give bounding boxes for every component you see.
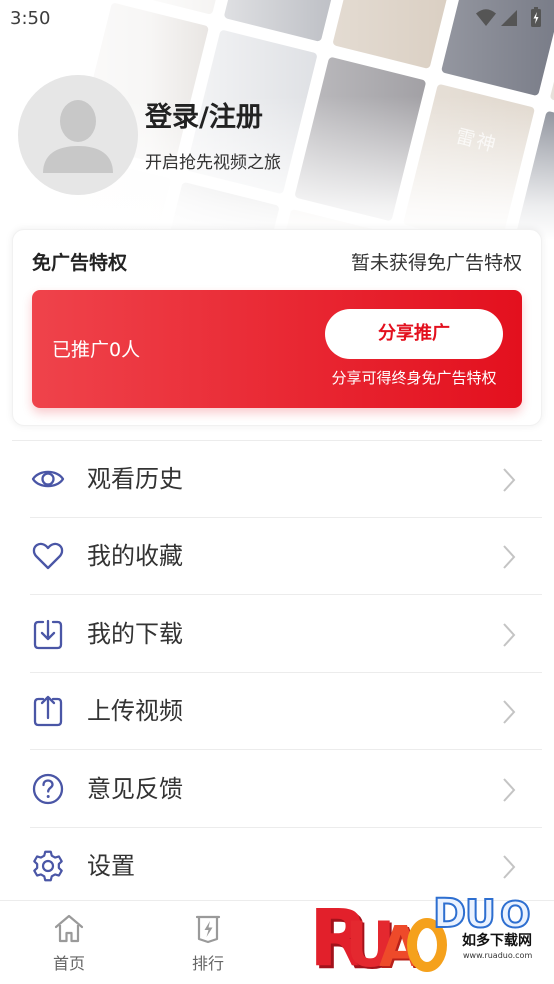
chevron-right-icon — [503, 623, 516, 647]
battery-icon — [531, 7, 541, 27]
home-icon — [54, 914, 84, 943]
menu-item-label: 意见反馈 — [87, 774, 183, 803]
menu-item-label: 设置 — [87, 852, 135, 881]
promotion-banner: 已推广0人 分享推广 分享可得终身免广告特权 — [32, 290, 522, 408]
watermark-site-name: 如多下载网 — [462, 932, 532, 949]
chevron-right-icon — [503, 855, 516, 879]
chevron-right-icon — [503, 778, 516, 802]
menu-item-watch-history[interactable]: 观看历史 — [0, 440, 554, 518]
chevron-right-icon — [503, 700, 516, 724]
ad-free-status: 暂未获得免广告特权 — [350, 252, 522, 274]
download-icon — [33, 619, 63, 649]
menu-item-favorites[interactable]: 我的收藏 — [0, 518, 554, 595]
status-icons — [476, 7, 541, 27]
menu-item-upload-video[interactable]: 上传视频 — [0, 673, 554, 750]
nav-label: 排行 — [191, 954, 224, 973]
menu-item-label: 我的收藏 — [87, 542, 183, 571]
menu-item-feedback[interactable]: 意见反馈 — [0, 750, 554, 828]
logo-letter: U — [465, 892, 496, 936]
menu-item-label: 观看历史 — [87, 464, 183, 493]
eye-icon — [31, 470, 65, 488]
menu-item-downloads[interactable]: 我的下载 — [0, 595, 554, 673]
promoted-count: 已推广0人 — [52, 339, 141, 361]
share-promote-button[interactable]: 分享推广 — [325, 309, 503, 359]
card-title: 免广告特权 — [32, 252, 128, 274]
upload-icon — [33, 696, 63, 727]
logo-letter: D — [433, 891, 466, 937]
rank-icon — [195, 915, 221, 944]
menu-item-label: 上传视频 — [87, 697, 183, 726]
heart-icon — [32, 543, 64, 570]
share-hint: 分享可得终身免广告特权 — [331, 369, 497, 387]
ad-free-card: 免广告特权 暂未获得免广告特权 已推广0人 分享推广 分享可得终身免广告特权 — [12, 229, 542, 426]
question-icon — [32, 773, 64, 804]
chevron-right-icon — [503, 545, 516, 569]
avatar[interactable] — [18, 75, 138, 195]
nav-item-ranking[interactable]: 排行 — [168, 901, 248, 984]
chevron-right-icon — [503, 468, 516, 492]
status-time: 3:50 — [10, 8, 51, 29]
login-register-link[interactable]: 登录/注册 — [145, 100, 263, 136]
wifi-icon — [476, 9, 496, 26]
menu-item-label: 我的下载 — [87, 619, 183, 648]
logo-letter: O — [500, 895, 531, 936]
nav-item-home[interactable]: 首页 — [29, 901, 109, 984]
menu-list: 观看历史 我的收藏 我的下载 上传视频 意见反馈 设置 — [0, 440, 554, 905]
signal-icon — [501, 10, 517, 26]
gear-icon — [33, 850, 63, 882]
profile-subtitle: 开启抢先视频之旅 — [145, 153, 281, 173]
nav-label: 首页 — [52, 954, 85, 973]
user-silhouette-icon — [43, 100, 113, 173]
watermark-logo: R R U U A A D U O 如多下载网 www.ruaduo.com — [309, 890, 532, 977]
watermark-url: www.ruaduo.com — [463, 951, 532, 960]
